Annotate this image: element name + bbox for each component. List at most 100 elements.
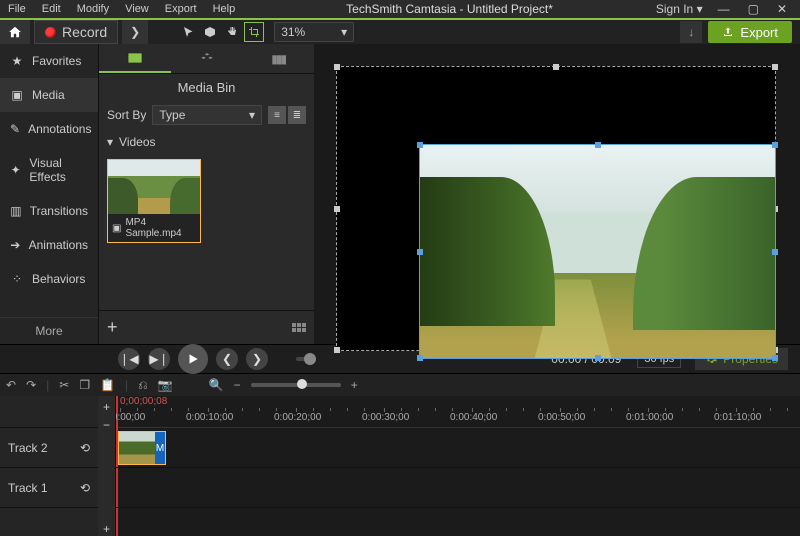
zoom-select[interactable]: 31% ▾ [274,22,354,42]
hand-tool[interactable] [222,22,242,42]
chevron-down-icon: ▾ [249,108,255,122]
cursor-tool[interactable] [178,22,198,42]
minimize-icon[interactable]: ― [715,2,733,16]
view-grid-button[interactable] [292,323,306,332]
clip-name: MP4 Sample.mp4 [125,217,196,239]
behavior-icon: ⁘ [10,272,24,286]
zoom-value: 31% [281,25,305,39]
track-1-header[interactable]: Track 1⟲ [0,468,98,508]
chevron-down-icon: ▾ [341,25,347,39]
link-icon[interactable]: ⟲ [80,481,90,495]
sidebar-item-annotations[interactable]: ✎Annotations [0,112,98,146]
sort-select[interactable]: Type▾ [152,105,262,125]
add-media-button[interactable]: + [107,317,118,338]
track-2-header[interactable]: Track 2⟲ [0,428,98,468]
add-track-button[interactable]: + [103,522,110,536]
remove-marker-button[interactable]: − [103,418,110,432]
star-icon: ★ [10,54,24,68]
zoom-tool-icon: 🔍 [209,378,224,392]
maximize-icon[interactable]: ▢ [745,2,762,16]
timeline-zoom-slider[interactable] [251,383,341,387]
menu-help[interactable]: Help [205,3,244,15]
media-tab-books[interactable]: ▮▮▮ [242,44,314,73]
film-icon [127,52,143,64]
clip-thumbnail [108,160,200,214]
view-details-button[interactable]: ≣ [288,106,306,124]
menu-modify[interactable]: Modify [69,3,117,15]
animation-icon: ➔ [10,238,21,252]
cube-tool[interactable] [200,22,220,42]
track-1-lane[interactable] [116,468,800,508]
upload-icon [722,26,734,38]
timeline-body[interactable]: 0;00;00;08 0:00:00;000:00:10;000:00:20;0… [116,396,800,536]
download-button[interactable]: ↓ [680,21,702,43]
videos-section[interactable]: ▾Videos [99,129,314,155]
cut-button[interactable]: ✂ [59,378,69,392]
caret-down-icon: ▾ [107,135,113,149]
menu-edit[interactable]: Edit [34,3,69,15]
media-clip[interactable]: ▣ MP4 Sample.mp4 [107,159,201,243]
wand-icon: ✦ [10,163,21,177]
window-title: TechSmith Camtasia - Untitled Project* [243,2,656,16]
prev-frame-button[interactable]: ❘◀ [118,348,140,370]
canvas[interactable] [314,44,800,344]
menu-file[interactable]: File [0,3,34,15]
zoom-in-button[interactable]: + [351,378,358,392]
record-button[interactable]: Record [34,20,118,44]
video-preview [420,145,775,358]
sign-in[interactable]: Sign In ▾ [656,2,703,16]
media-panel: ▮▮▮ Media Bin Sort By Type▾ ≡ ≣ ▾Videos … [98,44,314,344]
home-icon [8,25,22,39]
record-label: Record [62,24,107,40]
timecode: 0;00;00;08 [120,396,167,407]
clip-preview [119,432,155,464]
sidebar-item-visual-effects[interactable]: ✦Visual Effects [0,146,98,194]
media-tab-clips[interactable] [99,44,171,73]
split-button[interactable]: ⎌ [138,378,148,393]
timeline-ruler[interactable]: 0;00;00;08 0:00:00;000:00:10;000:00:20;0… [116,396,800,428]
track-2-lane[interactable]: M [116,428,800,468]
transition-icon: ▥ [10,204,22,218]
close-icon[interactable]: ✕ [774,2,790,16]
paste-button[interactable]: 📋 [100,378,115,392]
books-icon: ▮▮▮ [271,52,285,66]
undo-button[interactable]: ↶ [6,378,16,392]
sidebar-item-behaviors[interactable]: ⁘Behaviors [0,262,98,296]
sidebar-item-transitions[interactable]: ▥Transitions [0,194,98,228]
annotation-icon: ✎ [10,122,20,136]
clip-label: M [155,432,165,464]
timeline-clip[interactable]: M [118,431,166,465]
export-button[interactable]: Export [708,21,792,43]
zoom-out-button[interactable]: − [234,378,241,392]
sidebar-more[interactable]: More [0,317,98,344]
scrub-slider[interactable] [296,357,316,361]
media-tab-library[interactable] [171,44,243,73]
screenshot-button[interactable]: 📷 [158,378,173,392]
sidebar-item-favorites[interactable]: ★Favorites [0,44,98,78]
selected-clip-box[interactable] [419,144,776,359]
record-icon [45,27,56,38]
record-next-button[interactable]: ❯ [122,20,148,44]
view-list-button[interactable]: ≡ [268,106,286,124]
cubes-icon [200,52,214,66]
next-frame-button[interactable]: ▶❘ [148,348,170,370]
play-button[interactable] [178,344,208,374]
menu-export[interactable]: Export [157,3,205,15]
chevron-right-icon: ❯ [130,25,140,39]
copy-button[interactable]: ❐ [79,378,90,392]
link-icon[interactable]: ⟲ [80,441,90,455]
crop-tool[interactable] [244,22,264,42]
sidebar-item-media[interactable]: ▣Media [0,78,98,112]
step-back-button[interactable]: ❮ [216,348,238,370]
media-bin-title: Media Bin [99,74,314,101]
add-marker-button[interactable]: + [103,400,110,414]
film-icon: ▣ [112,223,121,234]
sortby-label: Sort By [107,108,146,122]
sidebar-item-animations[interactable]: ➔Animations [0,228,98,262]
tool-sidebar: ★Favorites ▣Media ✎Annotations ✦Visual E… [0,44,98,344]
home-button[interactable] [0,20,30,44]
export-label: Export [740,25,778,40]
menu-view[interactable]: View [117,3,157,15]
redo-button[interactable]: ↷ [26,378,36,392]
step-fwd-button[interactable]: ❯ [246,348,268,370]
